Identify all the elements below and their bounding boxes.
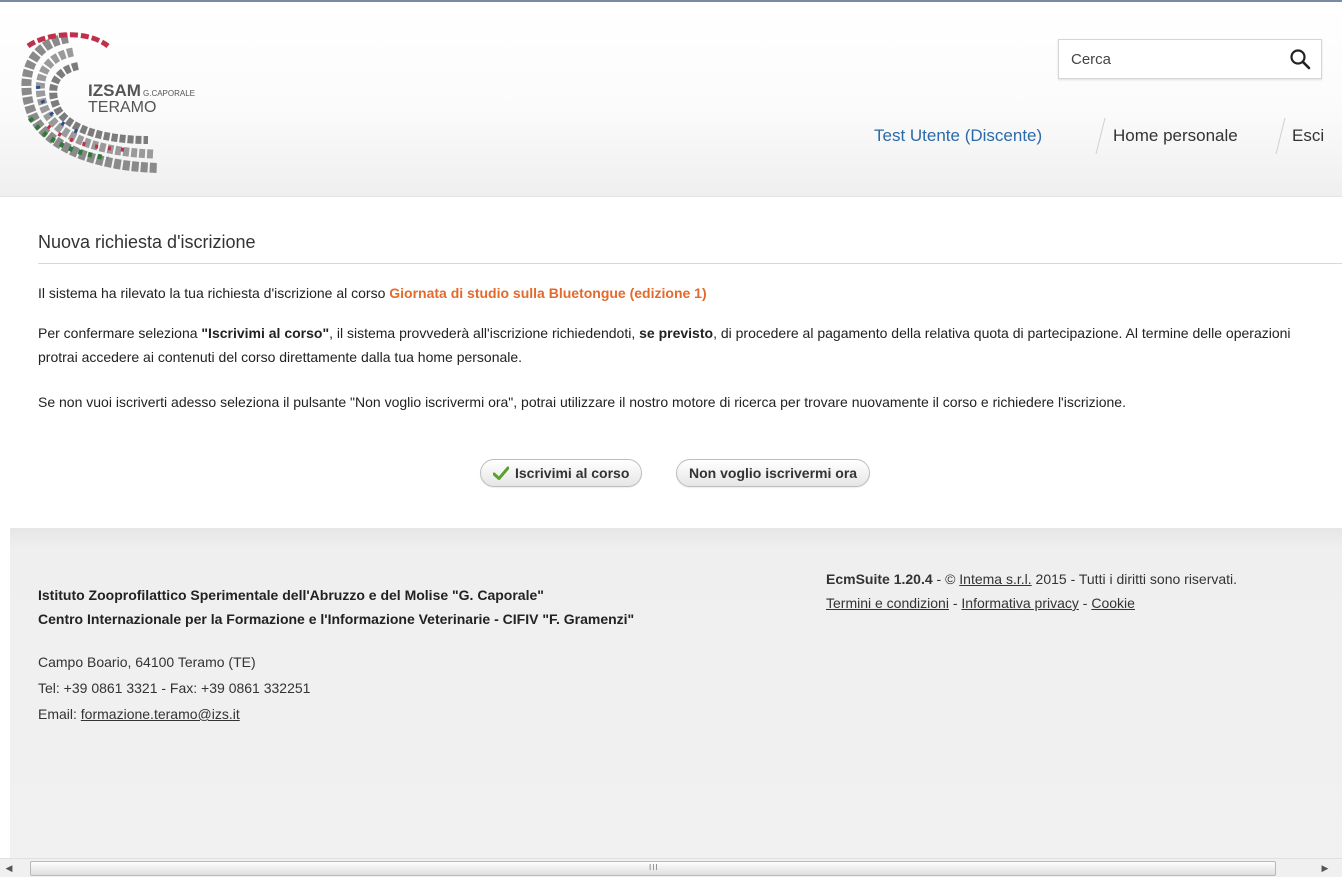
main-content: Nuova richiesta d'iscrizione Il sistema … (24, 198, 1342, 528)
footer-email-line: Email: formazione.teramo@izs.it (38, 701, 310, 727)
logo-text-izsam: IZSAM (88, 81, 141, 100)
scroll-left-arrow-icon[interactable]: ◀ (0, 859, 18, 877)
footer-suite-version: EcmSuite 1.20.4 (826, 571, 933, 587)
confirm-instructions: Per confermare seleziona "Iscrivimi al c… (38, 321, 1328, 369)
footer-sep: - (1078, 595, 1092, 611)
footer-phone: Tel: +39 0861 3321 - Fax: +39 0861 33225… (38, 680, 311, 696)
search-input[interactable] (1071, 40, 1271, 78)
izsam-logo[interactable]: IZSAM G.CAPORALE TERAMO (8, 26, 218, 186)
footer-org-name: Istituto Zooprofilattico Sperimentale de… (38, 587, 544, 603)
nav-exit-link[interactable]: Esci (1292, 114, 1342, 158)
page-footer: Istituto Zooprofilattico Sperimentale de… (10, 528, 1342, 858)
search-icon[interactable] (1289, 48, 1311, 70)
nav-user-link[interactable]: Test Utente (Discente) (874, 114, 1042, 158)
footer-copyright: EcmSuite 1.20.4 - © Intema s.r.l. 2015 -… (826, 567, 1237, 591)
footer-contacts: Campo Boario, 64100 Teramo (TE) Tel: +39… (38, 649, 310, 727)
enroll-button-label: Iscrivimi al corso (515, 465, 630, 481)
footer-privacy-link[interactable]: Informativa privacy (961, 595, 1078, 611)
scrollbar-thumb[interactable]: III (30, 861, 1276, 876)
footer-copy-b: 2015 - Tutti i diritti sono riservati. (1031, 571, 1238, 587)
footer-links: Termini e condizioni - Informativa priva… (826, 591, 1237, 615)
footer-address: Campo Boario, 64100 Teramo (TE) (38, 654, 256, 670)
footer-email-label: Email: (38, 706, 81, 722)
decline-button[interactable]: Non voglio iscrivermi ora (676, 459, 871, 487)
footer-copy-a: - © (932, 571, 960, 587)
detection-text: Il sistema ha rilevato la tua richiesta … (38, 281, 1328, 305)
footer-cookie-link[interactable]: Cookie (1091, 595, 1135, 611)
search-box (1058, 39, 1322, 79)
confirm-text-a: Per confermare seleziona (38, 325, 202, 341)
footer-org: Istituto Zooprofilattico Sperimentale de… (38, 583, 634, 631)
check-icon (493, 466, 509, 480)
nav-separator (1275, 118, 1286, 154)
confirm-bold-enroll: "Iscrivimi al corso" (201, 325, 330, 341)
footer-sep: - (948, 595, 962, 611)
scrollbar-grip: III (649, 863, 659, 872)
confirm-bold-if-required: se previsto (639, 325, 714, 341)
footer-legal: EcmSuite 1.20.4 - © Intema s.r.l. 2015 -… (826, 567, 1237, 615)
page-title: Nuova richiesta d'iscrizione (38, 232, 256, 252)
confirm-text-b: , il sistema provvederà all'iscrizione r… (329, 325, 640, 341)
decline-instructions: Se non vuoi iscriverti adesso seleziona … (38, 394, 1126, 410)
title-divider (38, 263, 1342, 264)
footer-company-link[interactable]: Intema s.r.l. (959, 571, 1031, 587)
decline-button-label: Non voglio iscrivermi ora (689, 465, 858, 481)
nav-home-link[interactable]: Home personale (1113, 114, 1238, 158)
scroll-right-arrow-icon[interactable]: ▶ (1316, 859, 1334, 877)
logo-text-teramo: TERAMO (88, 99, 156, 116)
footer-center-name: Centro Internazionale per la Formazione … (38, 611, 635, 627)
footer-terms-link[interactable]: Termini e condizioni (826, 595, 949, 611)
detection-prefix: Il sistema ha rilevato la tua richiesta … (38, 285, 390, 301)
logo-text-caporale: G.CAPORALE (143, 89, 195, 98)
page-header: IZSAM G.CAPORALE TERAMO Test Utente (Dis… (0, 2, 1342, 197)
enroll-button[interactable]: Iscrivimi al corso (480, 459, 643, 487)
horizontal-scrollbar[interactable]: ◀ III ▶ (0, 858, 1342, 877)
footer-email-link[interactable]: formazione.teramo@izs.it (81, 706, 240, 722)
nav-separator (1095, 118, 1106, 154)
course-link[interactable]: Giornata di studio sulla Bluetongue (edi… (389, 285, 706, 301)
